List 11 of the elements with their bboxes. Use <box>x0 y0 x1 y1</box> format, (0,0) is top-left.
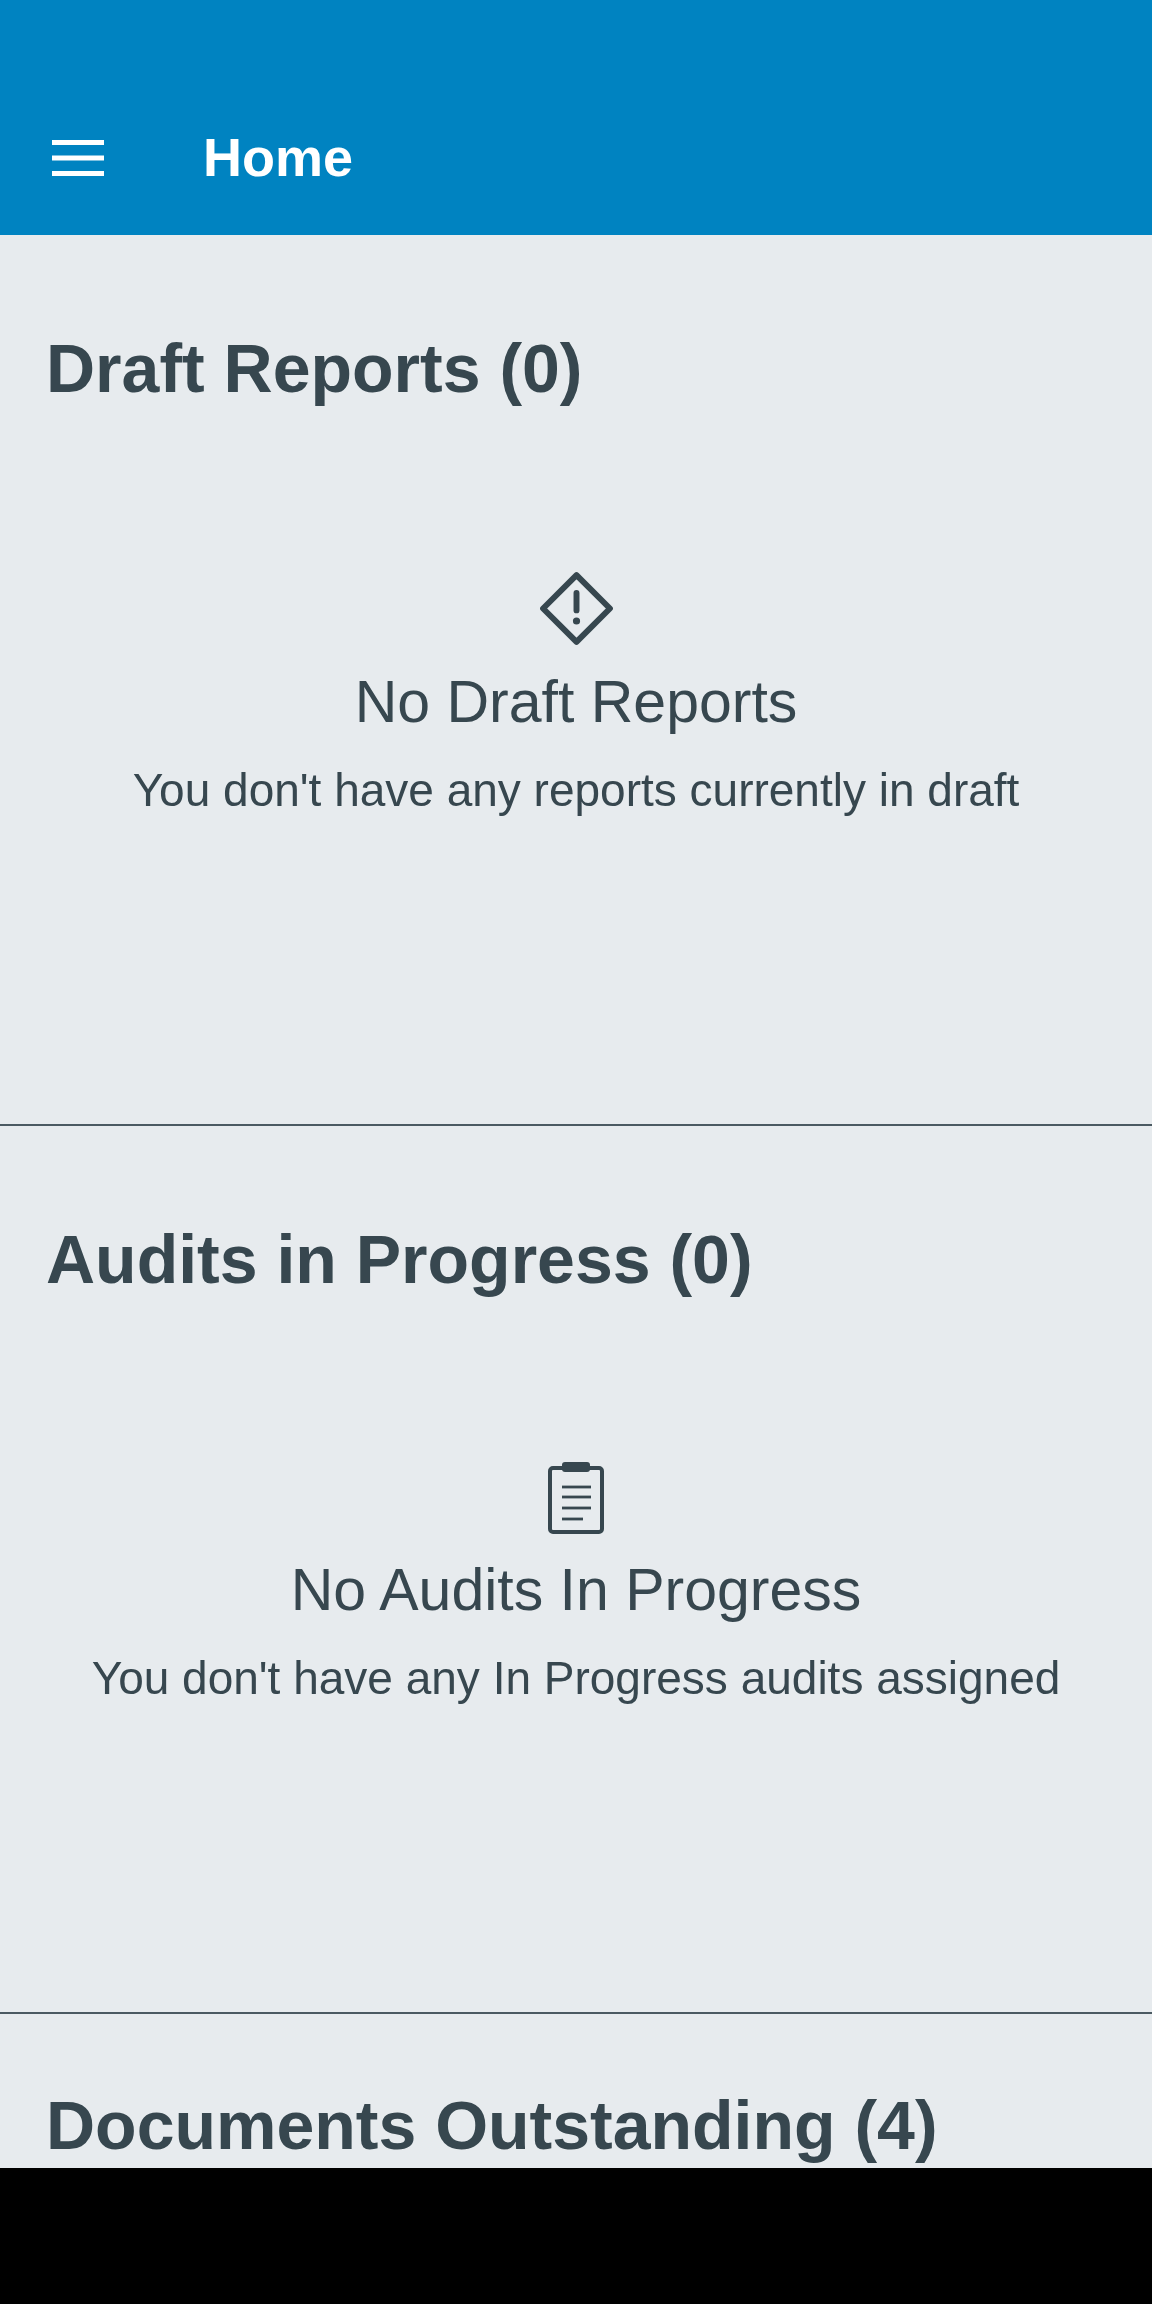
empty-state-message: You don't have any In Progress audits assigned <box>91 1651 1061 1706</box>
menu-icon <box>52 139 104 176</box>
section-heading: Documents Outstanding (4) <box>46 2086 938 2165</box>
warning-diamond-icon <box>538 571 614 646</box>
section-heading: Draft Reports (0) <box>46 329 583 408</box>
section-heading: Audits in Progress (0) <box>46 1220 753 1299</box>
empty-state-title: No Audits In Progress <box>290 1556 862 1625</box>
app-bar-title: Home <box>203 126 354 190</box>
empty-state-title: No Draft Reports <box>354 668 798 737</box>
empty-state-message: You don't have any reports currently in draft <box>132 763 1020 818</box>
clipboard-icon <box>548 1462 604 1534</box>
